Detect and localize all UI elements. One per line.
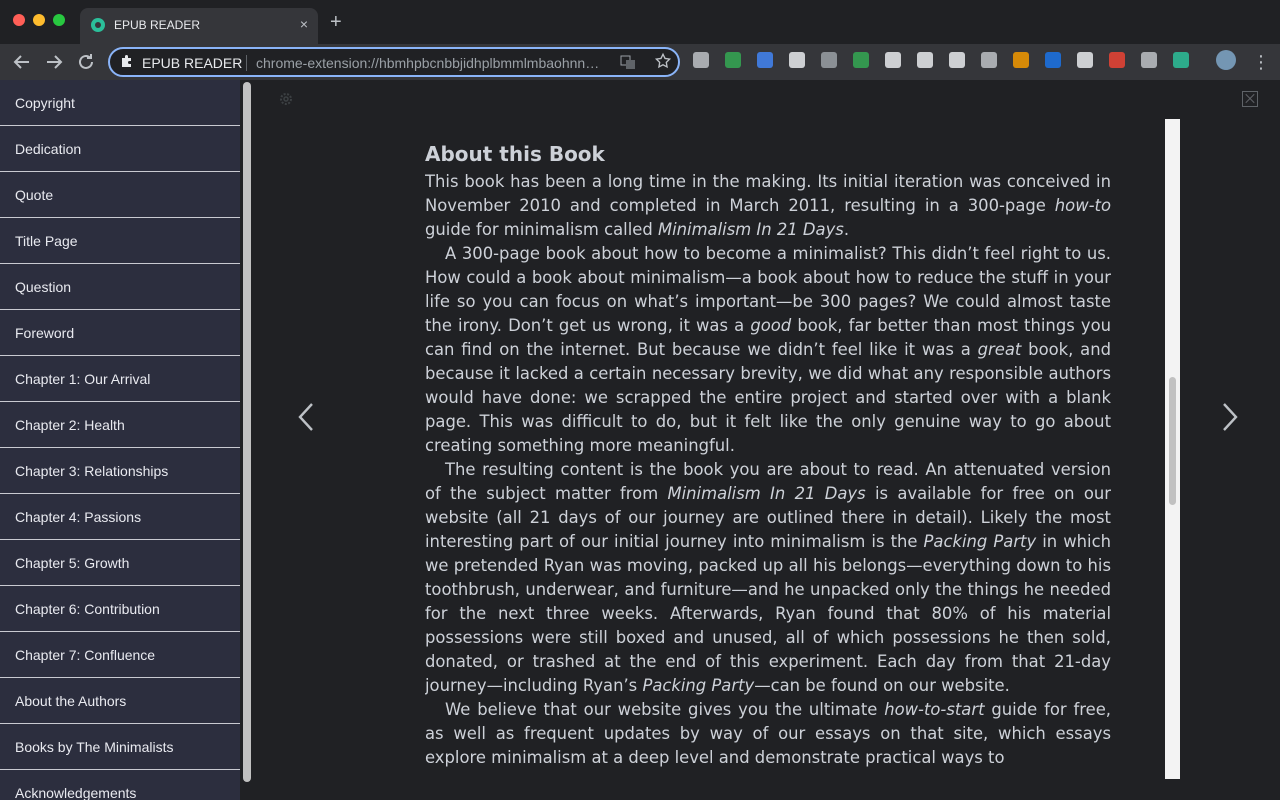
site-name: EPUB READER bbox=[142, 55, 243, 71]
paragraph-text: guide for minimalism called bbox=[425, 220, 658, 239]
avatar-icon[interactable] bbox=[1216, 50, 1236, 70]
url-text[interactable]: chrome-extension://hbmhpbcnbbjidhplbmmlm… bbox=[256, 55, 610, 71]
window-close-button[interactable] bbox=[13, 14, 25, 26]
toc-item-label: Quote bbox=[15, 187, 54, 203]
address-bar[interactable]: EPUB READER chrome-extension://hbmhpbcnb… bbox=[108, 47, 680, 77]
toc-item-label: Title Page bbox=[15, 233, 78, 249]
paragraph-3: The resulting content is the book you ar… bbox=[425, 458, 1111, 698]
extension-puzzle-icon bbox=[122, 55, 131, 67]
toc-item[interactable]: Foreword bbox=[0, 310, 240, 356]
translate-icon[interactable] bbox=[757, 52, 773, 68]
toc-item[interactable]: Chapter 7: Confluence bbox=[0, 632, 240, 678]
toc-item-label: Chapter 2: Health bbox=[15, 417, 125, 433]
toc-item[interactable]: Chapter 5: Growth bbox=[0, 540, 240, 586]
tab-title: EPUB READER bbox=[114, 18, 201, 32]
toc-item-label: Foreword bbox=[15, 325, 75, 341]
toc-item-label: Copyright bbox=[15, 95, 75, 111]
paragraph-4: We believe that our website gives you th… bbox=[425, 698, 1111, 770]
toc-item-label: Chapter 3: Relationships bbox=[15, 463, 169, 479]
paragraph-text: . bbox=[843, 220, 850, 239]
browser-tab-bar: EPUB READER × + bbox=[0, 0, 1280, 44]
toc-item[interactable]: Chapter 2: Health bbox=[0, 402, 240, 448]
target-icon[interactable] bbox=[949, 52, 965, 68]
toc-item[interactable]: Question bbox=[0, 264, 240, 310]
browser-toolbar: EPUB READER chrome-extension://hbmhpbcnb… bbox=[0, 44, 1280, 80]
toc-item[interactable]: Quote bbox=[0, 172, 240, 218]
qr-code-icon[interactable] bbox=[693, 52, 709, 68]
emphasis-text: Packing Party bbox=[642, 676, 755, 695]
gear-icon[interactable] bbox=[278, 91, 294, 107]
toc-item-label: Acknowledgements bbox=[15, 785, 137, 800]
new-tab-button[interactable]: + bbox=[330, 12, 342, 32]
paragraph-text: This book has been a long time in the ma… bbox=[425, 172, 1111, 215]
paragraph-1: This book has been a long time in the ma… bbox=[425, 170, 1111, 242]
toc-item-label: About the Authors bbox=[15, 693, 127, 709]
emphasis-text: how-to-start bbox=[884, 700, 985, 719]
emphasis-text: good bbox=[750, 316, 792, 335]
section-heading: About this Book bbox=[425, 142, 605, 166]
epub-icon[interactable] bbox=[1173, 52, 1189, 68]
shield-icon[interactable] bbox=[853, 52, 869, 68]
toc-item-label: Question bbox=[15, 279, 72, 295]
toc-item[interactable]: Chapter 3: Relationships bbox=[0, 448, 240, 494]
table-of-contents: Copyright Dedication Quote Title Page Questi… bbox=[0, 80, 256, 800]
toc-item[interactable]: Books by The Minimalists bbox=[0, 724, 240, 770]
bookmark-star-icon[interactable] bbox=[654, 52, 672, 70]
page-scrollbar-thumb[interactable] bbox=[1169, 377, 1176, 505]
download-icon[interactable] bbox=[1013, 52, 1029, 68]
emphasis-text: Packing Party bbox=[923, 532, 1037, 551]
toc-item-label: Chapter 7: Confluence bbox=[15, 647, 156, 663]
toc-item[interactable]: Acknowledgements bbox=[0, 770, 240, 800]
toc-item-label: Books by The Minimalists bbox=[15, 739, 174, 755]
toc-item[interactable]: Chapter 6: Contribution bbox=[0, 586, 240, 632]
browser-menu-icon[interactable]: ⋮ bbox=[1252, 48, 1270, 76]
react-icon[interactable] bbox=[917, 52, 933, 68]
toc-item[interactable]: Dedication bbox=[0, 126, 240, 172]
reload-icon[interactable] bbox=[74, 50, 98, 74]
toc-item-label: Chapter 4: Passions bbox=[15, 509, 142, 525]
paragraph-text: We believe that our website gives you th… bbox=[445, 700, 885, 719]
back-arrow-icon[interactable] bbox=[10, 50, 34, 74]
info-icon[interactable] bbox=[981, 52, 997, 68]
code-icon[interactable] bbox=[885, 52, 901, 68]
vue-icon[interactable] bbox=[821, 52, 837, 68]
paragraph-text: in which we pretended Ryan was moving, p… bbox=[425, 532, 1111, 695]
window-minimize-button[interactable] bbox=[33, 14, 45, 26]
paragraph-text: —can be found on our website. bbox=[754, 676, 1010, 695]
paragraph-2: A 300-page book about how to become a mi… bbox=[425, 242, 1111, 458]
emphasis-text: Minimalism In 21 Days bbox=[667, 484, 866, 503]
screenshot-icon[interactable] bbox=[725, 52, 741, 68]
translate-page-icon[interactable] bbox=[620, 54, 636, 70]
fe-icon[interactable] bbox=[1109, 52, 1125, 68]
toc-item-label: Dedication bbox=[15, 141, 82, 157]
epub-reader-favicon-icon bbox=[91, 18, 105, 32]
toc-item-label: Chapter 1: Our Arrival bbox=[15, 371, 151, 387]
book-icon[interactable] bbox=[1141, 52, 1157, 68]
toc-item[interactable]: Copyright bbox=[0, 80, 240, 126]
emphasis-text: Minimalism In 21 Days bbox=[657, 220, 844, 239]
dropbox-icon[interactable] bbox=[1045, 52, 1061, 68]
toc-scrollbar-thumb[interactable] bbox=[243, 82, 251, 782]
glasses-icon[interactable] bbox=[1077, 52, 1093, 68]
forward-arrow-icon[interactable] bbox=[42, 50, 66, 74]
book-page-content: About this Book This book has been a lon… bbox=[425, 138, 1111, 779]
window-zoom-button[interactable] bbox=[53, 14, 65, 26]
emphasis-text: how-to bbox=[1054, 196, 1111, 215]
toc-item[interactable]: Title Page bbox=[0, 218, 240, 264]
emphasis-text: great bbox=[977, 340, 1022, 359]
toc-item[interactable]: Chapter 1: Our Arrival bbox=[0, 356, 240, 402]
circle-icon[interactable] bbox=[789, 52, 805, 68]
tab-close-icon[interactable]: × bbox=[300, 16, 308, 32]
close-reader-icon[interactable] bbox=[1242, 91, 1258, 107]
next-page-arrow-icon[interactable] bbox=[1220, 400, 1240, 434]
browser-tab[interactable]: EPUB READER × bbox=[80, 8, 318, 44]
address-separator bbox=[246, 55, 247, 71]
toc-item[interactable]: Chapter 4: Passions bbox=[0, 494, 240, 540]
toc-item[interactable]: About the Authors bbox=[0, 678, 240, 724]
toc-item-label: Chapter 5: Growth bbox=[15, 555, 130, 571]
previous-page-arrow-icon[interactable] bbox=[296, 400, 316, 434]
toc-item-label: Chapter 6: Contribution bbox=[15, 601, 160, 617]
